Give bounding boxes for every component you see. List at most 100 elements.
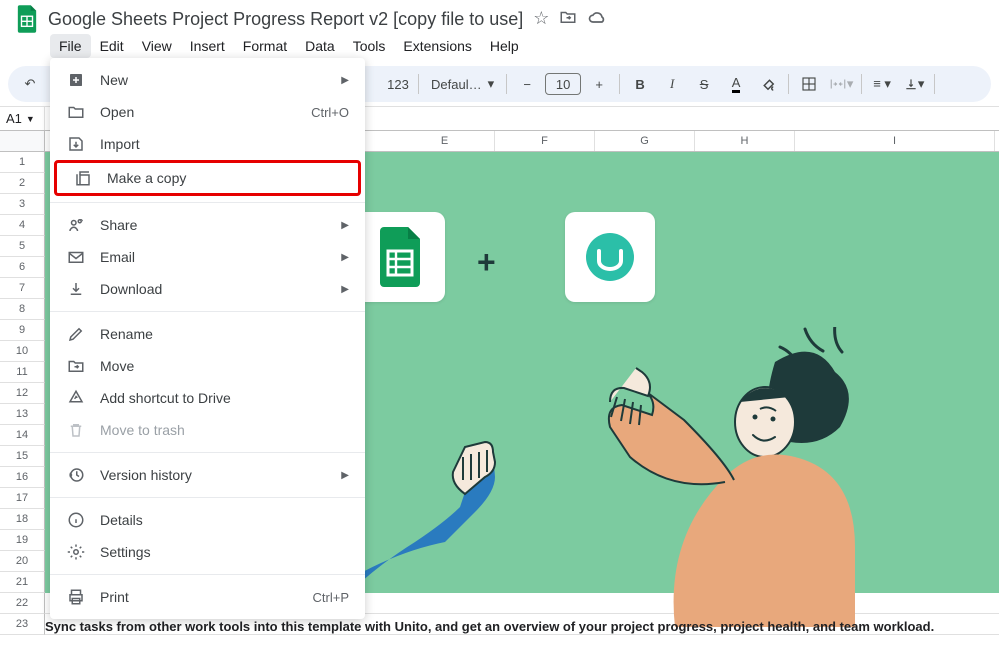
file-print[interactable]: Print Ctrl+P — [50, 581, 365, 613]
separator — [788, 74, 789, 94]
move-to-folder-icon[interactable] — [559, 8, 577, 31]
name-box[interactable]: A1▼ — [0, 107, 45, 130]
text-color-button[interactable]: A — [722, 70, 750, 98]
font-size-increase[interactable]: + — [585, 70, 613, 98]
copy-icon — [73, 169, 93, 187]
separator — [418, 74, 419, 94]
file-add-shortcut[interactable]: Add shortcut to Drive — [50, 382, 365, 414]
star-icon[interactable]: ☆ — [533, 8, 549, 31]
row-header[interactable]: 19 — [0, 530, 45, 551]
menu-label: Settings — [100, 544, 349, 560]
file-rename[interactable]: Rename — [50, 318, 365, 350]
doc-title[interactable]: Google Sheets Project Progress Report v2… — [48, 9, 523, 30]
row-header[interactable]: 5 — [0, 236, 45, 257]
row-header[interactable]: 13 — [0, 404, 45, 425]
merge-button[interactable]: ▾ — [827, 70, 855, 98]
row-header[interactable]: 21 — [0, 572, 45, 593]
col-header[interactable]: I — [795, 131, 995, 151]
gear-icon — [66, 543, 86, 561]
rename-icon — [66, 325, 86, 343]
file-email[interactable]: Email ▶ — [50, 241, 365, 273]
menu-extensions[interactable]: Extensions — [394, 34, 480, 58]
row-header[interactable]: 8 — [0, 299, 45, 320]
unito-logo-icon — [582, 229, 638, 285]
menu-tools[interactable]: Tools — [344, 34, 395, 58]
separator — [619, 74, 620, 94]
row-header[interactable]: 15 — [0, 446, 45, 467]
fill-color-button[interactable] — [754, 70, 782, 98]
row-header[interactable]: 14 — [0, 425, 45, 446]
file-new[interactable]: New ▶ — [50, 64, 365, 96]
col-header[interactable]: G — [595, 131, 695, 151]
file-details[interactable]: Details — [50, 504, 365, 536]
menu-insert[interactable]: Insert — [181, 34, 234, 58]
separator — [861, 74, 862, 94]
bold-button[interactable]: B — [626, 70, 654, 98]
row-header[interactable]: 10 — [0, 341, 45, 362]
font-size-decrease[interactable]: − — [513, 70, 541, 98]
move-icon — [66, 357, 86, 375]
menu-data[interactable]: Data — [296, 34, 344, 58]
row-header[interactable]: 6 — [0, 257, 45, 278]
row-header[interactable]: 23 — [0, 614, 45, 635]
menu-label: Email — [100, 249, 341, 265]
download-icon — [66, 280, 86, 298]
menu-label: Move — [100, 358, 349, 374]
col-header[interactable]: H — [695, 131, 795, 151]
file-open[interactable]: Open Ctrl+O — [50, 96, 365, 128]
menu-help[interactable]: Help — [481, 34, 528, 58]
row-header[interactable]: 7 — [0, 278, 45, 299]
font-select[interactable]: Defaul… ▾ — [425, 76, 500, 92]
person-left-illustration — [345, 422, 565, 622]
font-size-input[interactable]: 10 — [545, 73, 581, 95]
col-header[interactable]: E — [395, 131, 495, 151]
menu-edit[interactable]: Edit — [91, 34, 133, 58]
menu-format[interactable]: Format — [234, 34, 296, 58]
sheets-app-icon — [16, 5, 38, 33]
file-settings[interactable]: Settings — [50, 536, 365, 568]
row-header[interactable]: 18 — [0, 509, 45, 530]
file-version-history[interactable]: Version history ▶ — [50, 459, 365, 491]
row-header[interactable]: 4 — [0, 215, 45, 236]
row-header[interactable]: 12 — [0, 383, 45, 404]
file-download[interactable]: Download ▶ — [50, 273, 365, 305]
file-import[interactable]: Import — [50, 128, 365, 160]
person-right-illustration — [535, 327, 895, 627]
row-header[interactable]: 9 — [0, 320, 45, 341]
menu-label: Rename — [100, 326, 349, 342]
row-header[interactable]: 1 — [0, 152, 45, 173]
submenu-arrow-icon: ▶ — [341, 75, 349, 86]
file-move[interactable]: Move — [50, 350, 365, 382]
file-share[interactable]: Share ▶ — [50, 209, 365, 241]
print-icon — [66, 588, 86, 606]
shortcut-label: Ctrl+O — [311, 105, 349, 120]
folder-icon — [66, 103, 86, 121]
cloud-status-icon[interactable] — [587, 8, 607, 31]
import-icon — [66, 135, 86, 153]
menu-view[interactable]: View — [133, 34, 181, 58]
menu-file[interactable]: File — [50, 34, 91, 58]
undo-button[interactable]: ↶ — [16, 70, 44, 98]
name-box-value: A1 — [6, 111, 22, 126]
strikethrough-button[interactable]: S — [690, 70, 718, 98]
unito-card — [565, 212, 655, 302]
valign-button[interactable]: ▾ — [900, 70, 928, 98]
row-header[interactable]: 16 — [0, 467, 45, 488]
chevron-down-icon: ▾ — [488, 76, 495, 92]
row-header[interactable]: 11 — [0, 362, 45, 383]
borders-button[interactable] — [795, 70, 823, 98]
submenu-arrow-icon: ▶ — [341, 220, 349, 231]
italic-button[interactable]: I — [658, 70, 686, 98]
row-header[interactable]: 22 — [0, 593, 45, 614]
row-header[interactable]: 17 — [0, 488, 45, 509]
col-header[interactable]: F — [495, 131, 595, 151]
menu-label: Import — [100, 136, 349, 152]
email-icon — [66, 248, 86, 266]
row-header[interactable]: 20 — [0, 551, 45, 572]
row-header[interactable]: 3 — [0, 194, 45, 215]
zoom-select[interactable]: 123 — [384, 70, 412, 98]
select-all-corner[interactable] — [0, 131, 45, 151]
row-header[interactable]: 2 — [0, 173, 45, 194]
align-button[interactable]: ≡ ▾ — [868, 70, 896, 98]
file-make-copy[interactable]: Make a copy — [57, 163, 358, 193]
